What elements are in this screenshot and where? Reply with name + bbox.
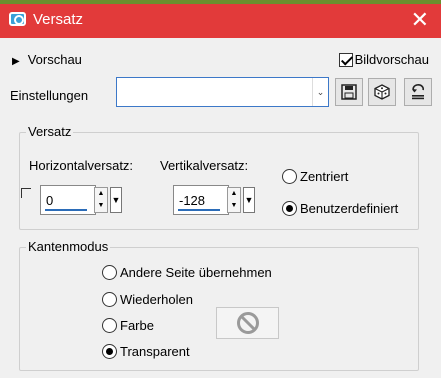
updown-arrows-icon[interactable]: ▲ ▼ [227,187,241,213]
focus-underline [178,209,220,211]
camera-app-icon [9,12,26,26]
disabled-circle-icon [237,312,259,334]
radio-selected-icon[interactable] [282,201,297,217]
farbe-label: Farbe [120,318,154,334]
focus-underline [45,209,87,211]
horizontal-offset-field[interactable]: 0 [40,185,96,215]
settings-label: Einstellungen [10,88,89,103]
dice-icon [374,84,390,100]
radio-selected-icon[interactable] [102,344,117,360]
random-preset-button[interactable] [368,78,396,106]
window-title: Versatz [33,11,84,28]
vertical-offset-label: Vertikalversatz: [160,158,249,173]
edge-mode-group-title: Kantenmodus [26,239,111,254]
radio-unselected-icon[interactable] [102,292,117,308]
dropdown-arrow-icon[interactable]: ▼ [243,187,255,213]
dropdown-arrow-icon[interactable]: ▼ [110,187,122,213]
preview-label: Vorschau [27,52,82,67]
offset-group-title: Versatz [26,124,74,139]
vertical-offset-value: -128 [179,193,206,208]
radio-benutzerdefiniert[interactable]: Benutzerdefiniert [282,200,399,217]
transparent-label: Transparent [120,344,190,360]
horizontal-offset-label: Horizontalversatz: [29,158,134,173]
radio-unselected-icon[interactable] [102,318,117,334]
radio-zentriert[interactable]: Zentriert [282,168,349,185]
title-bar: Versatz ✕ [0,4,441,38]
vertical-offset-field[interactable]: -128 [173,185,229,215]
bildvorschau-checkbox[interactable]: Bildvorschau [338,51,429,68]
preview-toggle[interactable]: ▶ Vorschau [12,52,82,67]
radio-transparent[interactable]: Transparent [102,343,190,360]
close-icon[interactable]: ✕ [411,7,429,33]
radio-farbe[interactable]: Farbe [102,317,154,334]
save-preset-button[interactable] [335,78,363,106]
benutzerdefiniert-label: Benutzerdefiniert [300,201,399,217]
vertical-offset-spinner[interactable]: -128 ▲ ▼ ▼ [173,185,259,215]
reset-icon [412,84,424,100]
link-checkbox[interactable] [21,188,31,198]
updown-arrows-icon[interactable]: ▲ ▼ [94,187,108,213]
radio-andere-seite[interactable]: Andere Seite übernehmen [102,264,272,281]
reset-button[interactable] [404,78,432,106]
andere-seite-label: Andere Seite übernehmen [120,265,272,281]
radio-wiederholen[interactable]: Wiederholen [102,291,193,308]
save-icon [341,84,357,100]
radio-unselected-icon[interactable] [102,265,117,281]
triangle-right-icon: ▶ [12,56,20,67]
wiederholen-label: Wiederholen [120,292,193,308]
horizontal-offset-value: 0 [46,193,54,208]
settings-combobox[interactable]: ⌄ [116,77,329,107]
zentriert-label: Zentriert [300,169,349,185]
radio-unselected-icon[interactable] [282,169,297,185]
horizontal-offset-spinner[interactable]: 0 ▲ ▼ ▼ [40,185,126,215]
chevron-down-icon[interactable]: ⌄ [312,78,328,106]
bildvorschau-label: Bildvorschau [354,52,429,68]
checkbox-checked-icon[interactable] [338,52,353,67]
color-swatch-button[interactable] [216,307,279,339]
